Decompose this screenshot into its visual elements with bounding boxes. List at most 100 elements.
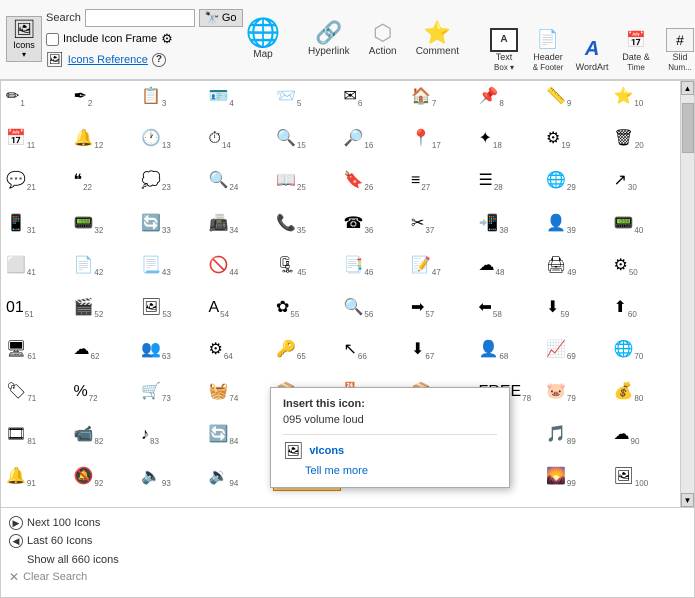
icon-cell-8[interactable]: 📌8 <box>476 83 544 111</box>
icon-cell-9[interactable]: 📏9 <box>543 83 611 111</box>
icon-cell-27[interactable]: ≡27 <box>408 167 476 195</box>
icon-cell-13[interactable]: 🕐13 <box>138 125 206 153</box>
icon-cell-33[interactable]: 🔄33 <box>138 210 206 238</box>
icon-cell-4[interactable]: 🪪4 <box>206 83 274 111</box>
icon-cell-3[interactable]: 📋3 <box>138 83 206 111</box>
help-icon[interactable]: ? <box>152 53 166 67</box>
icon-cell-53[interactable]: 🖼53 <box>138 294 206 322</box>
popup-tell-more-link[interactable]: Tell me more <box>305 465 497 477</box>
icon-cell-70[interactable]: 🌐70 <box>611 336 679 364</box>
icon-cell-84[interactable]: 🔄84 <box>206 421 274 449</box>
icon-cell-24[interactable]: 🔍24 <box>206 167 274 195</box>
scroll-up-arrow[interactable]: ▲ <box>681 81 694 95</box>
wordart-button[interactable]: A WordArt <box>571 38 613 75</box>
icons-ref-label[interactable]: Icons Reference <box>68 54 148 66</box>
icon-cell-5[interactable]: 📨5 <box>273 83 341 111</box>
icon-cell-26[interactable]: 🔖26 <box>341 167 409 195</box>
icon-cell-39[interactable]: 👤39 <box>543 210 611 238</box>
icon-cell-25[interactable]: 📖25 <box>273 167 341 195</box>
slide-number-button[interactable]: # SlidNum... <box>659 28 695 75</box>
icon-cell-74[interactable]: 🧺74 <box>206 378 274 406</box>
icon-cell-42[interactable]: 📄42 <box>71 252 139 280</box>
icon-cell-56[interactable]: 🔍56 <box>341 294 409 322</box>
icon-cell-15[interactable]: 🔍15 <box>273 125 341 153</box>
icon-cell-11[interactable]: 📅11 <box>3 125 71 153</box>
icon-cell-45[interactable]: 🗜45 <box>273 252 341 280</box>
icon-cell-37[interactable]: ✂37 <box>408 210 476 238</box>
icon-cell-7[interactable]: 🏠7 <box>408 83 476 111</box>
icon-cell-21[interactable]: 💬21 <box>3 167 71 195</box>
gear-icon[interactable]: ⚙ <box>161 31 173 47</box>
icon-cell-99[interactable]: 🌄99 <box>543 463 611 491</box>
icon-cell-82[interactable]: 📹82 <box>71 421 139 449</box>
icon-cell-91[interactable]: 🔔91 <box>3 463 71 491</box>
textbox-button[interactable]: A TextBox ▾ <box>483 28 525 75</box>
icon-cell-60[interactable]: ⬆60 <box>611 294 679 322</box>
icon-cell-38[interactable]: 📲38 <box>476 210 544 238</box>
icon-cell-90[interactable]: ☁90 <box>611 421 679 449</box>
popup-source-link[interactable]: vIcons <box>309 445 344 457</box>
icon-cell-93[interactable]: 🔈93 <box>138 463 206 491</box>
icon-cell-69[interactable]: 📈69 <box>543 336 611 364</box>
icon-cell-73[interactable]: 🛒73 <box>138 378 206 406</box>
icon-cell-63[interactable]: 👥63 <box>138 336 206 364</box>
icon-cell-72[interactable]: %72 <box>71 378 139 406</box>
include-frame-checkbox[interactable] <box>46 33 59 46</box>
icon-cell-10[interactable]: ⭐10 <box>611 83 679 111</box>
go-button[interactable]: 🔭 Go <box>199 9 243 27</box>
icon-cell-29[interactable]: 🌐29 <box>543 167 611 195</box>
icon-cell-36[interactable]: ☎36 <box>341 210 409 238</box>
icon-cell-43[interactable]: 📃43 <box>138 252 206 280</box>
icon-cell-61[interactable]: 🖥61 <box>3 336 71 364</box>
icon-cell-30[interactable]: ↗30 <box>611 167 679 195</box>
icon-cell-50[interactable]: ⚙50 <box>611 252 679 280</box>
icon-cell-81[interactable]: 🎞81 <box>3 421 71 449</box>
icon-cell-100[interactable]: 🖼100 <box>611 463 679 491</box>
icon-cell-14[interactable]: ⏱14 <box>206 125 274 153</box>
icon-cell-23[interactable]: 💭23 <box>138 167 206 195</box>
icon-cell-6[interactable]: ✉6 <box>341 83 409 111</box>
comment-button[interactable]: ⭐ Comment <box>408 21 467 58</box>
icon-cell-68[interactable]: 👤68 <box>476 336 544 364</box>
icon-cell-28[interactable]: ☰28 <box>476 167 544 195</box>
icon-cell-41[interactable]: ⬜41 <box>3 252 71 280</box>
icon-cell-67[interactable]: ⬇67 <box>408 336 476 364</box>
scroll-thumb[interactable] <box>682 103 694 153</box>
icon-cell-57[interactable]: ➡57 <box>408 294 476 322</box>
icon-cell-71[interactable]: 🏷71 <box>3 378 71 406</box>
action-button[interactable]: ⬡ Action <box>358 21 408 58</box>
icon-cell-46[interactable]: 📑46 <box>341 252 409 280</box>
icon-cell-44[interactable]: 🚫44 <box>206 252 274 280</box>
next-icons-link[interactable]: ▶ Next 100 Icons <box>9 514 686 532</box>
icon-cell-34[interactable]: 📠34 <box>206 210 274 238</box>
icon-cell-80[interactable]: 💰80 <box>611 378 679 406</box>
icon-cell-83[interactable]: ♪83 <box>138 421 206 449</box>
icon-cell-49[interactable]: 🖨49 <box>543 252 611 280</box>
scrollbar[interactable]: ▲ ▼ <box>680 81 694 507</box>
map-button[interactable]: 🌐 Map <box>238 17 288 62</box>
search-input[interactable] <box>85 9 195 27</box>
icon-cell-59[interactable]: ⬇59 <box>543 294 611 322</box>
icon-cell-62[interactable]: ☁62 <box>71 336 139 364</box>
clear-search-link[interactable]: ✕ Clear Search <box>9 570 686 584</box>
icon-cell-35[interactable]: 📞35 <box>273 210 341 238</box>
icon-cell-40[interactable]: 📟40 <box>611 210 679 238</box>
scroll-track[interactable] <box>681 95 694 493</box>
icon-cell-22[interactable]: ❝22 <box>71 167 139 195</box>
icon-cell-66[interactable]: ↖66 <box>341 336 409 364</box>
icon-cell-94[interactable]: 🔉94 <box>206 463 274 491</box>
icon-cell-32[interactable]: 📟32 <box>71 210 139 238</box>
icon-cell-65[interactable]: 🔑65 <box>273 336 341 364</box>
icon-cell-64[interactable]: ⚙64 <box>206 336 274 364</box>
icon-cell-12[interactable]: 🔔12 <box>71 125 139 153</box>
hyperlink-button[interactable]: 🔗 Hyperlink <box>300 21 358 58</box>
icon-cell-48[interactable]: ☁48 <box>476 252 544 280</box>
show-all-link[interactable]: Show all 660 icons <box>9 552 686 568</box>
icon-cell-2[interactable]: ✒2 <box>71 83 139 111</box>
scroll-down-arrow[interactable]: ▼ <box>681 493 694 507</box>
icon-cell-16[interactable]: 🔎16 <box>341 125 409 153</box>
icon-cell-51[interactable]: 0151 <box>3 294 71 322</box>
last-icons-link[interactable]: ◀ Last 60 Icons <box>9 532 686 550</box>
icon-cell-31[interactable]: 📱31 <box>3 210 71 238</box>
icon-cell-19[interactable]: ⚙19 <box>543 125 611 153</box>
